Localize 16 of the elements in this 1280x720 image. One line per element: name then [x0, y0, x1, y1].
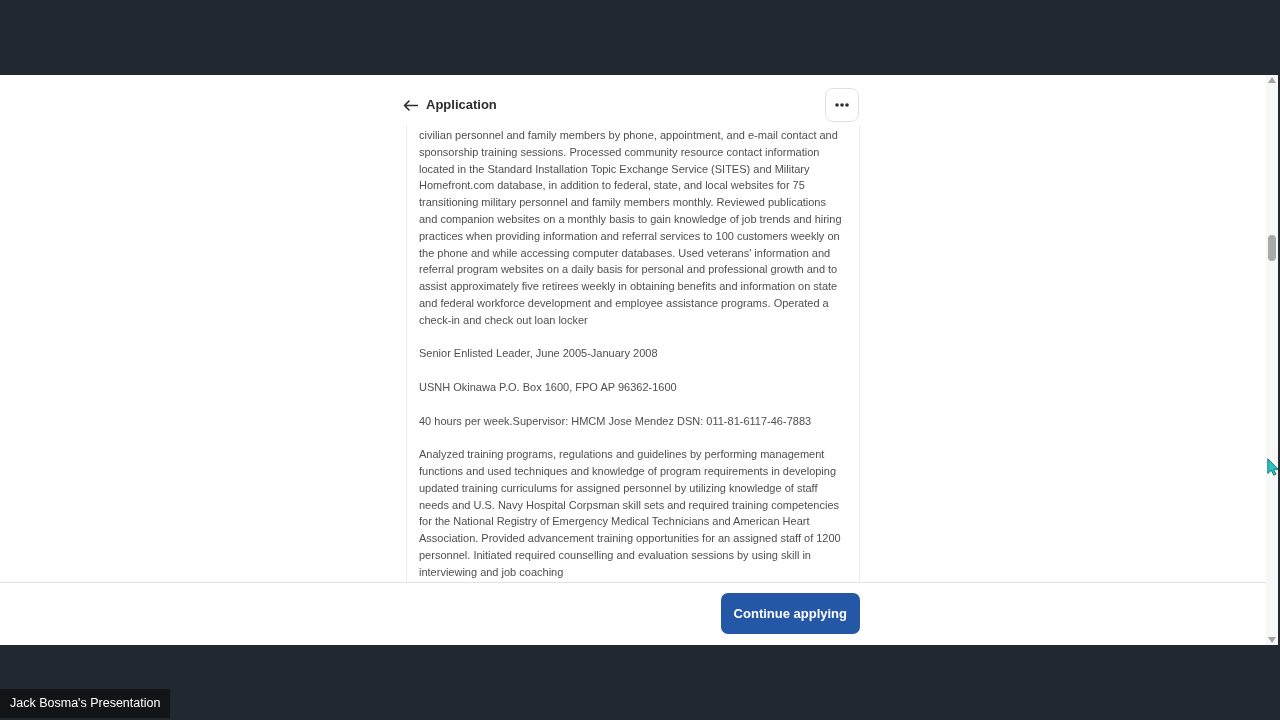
- more-icon: [835, 103, 849, 107]
- continue-applying-button[interactable]: Continue applying: [720, 593, 860, 635]
- resume-paragraph: Analyzed training programs, regulations and guidelines by performing management functions and used techniques and knowledge of program requirements in developing updated training curriculums for assigned personnel by utilizing knowledge of staff needs and U.S. Navy Hospital Corpsman skill sets and required training competencies for the National Registry of Emergency Medical Technicians and American Heart Association. Provided advancement training opportunities for an assigned staff of 1200 personnel. Initiated required counselling and evaluation sessions by using skill in interviewing and job coaching: [419, 447, 842, 580]
- scrollbar[interactable]: [1266, 75, 1278, 645]
- mouse-cursor-icon: [1267, 458, 1279, 476]
- presenter-label: Jack Bosma's Presentation: [0, 689, 171, 718]
- resume-paragraph: Senior Enlisted Leader, June 2005-January 2008: [419, 346, 659, 362]
- resume-paragraph: civilian personnel and family members by phone, appointment, and e-mail contact and sponsorship training sessions. Processed community resource contact information located in the Standard Installation Topic Exchange Service (SITES) and Military Homefront.com database, in addition to federal, state, and local websites for 75 transitioning military personnel and family members monthly. Reviewed publications and companion websites on a monthly basis to gain knowledge of job trends and hiring practices when providing information and referral services to 100 customers weekly on the phone and while accessing computer databases. Used veterans' information and referral program websites on a daily basis for personal and professional growth and to assist approximately five retirees weekly in obtaining benefits and information on state and federal workforce development and employee assistance programs. Operated a check-in and check out loan locker: [419, 128, 843, 328]
- more-options-button[interactable]: [825, 88, 859, 122]
- resume-paragraph: 40 hours per week.Supervisor: HMCM Jose Mendez DSN: 011-81-6117-46-7883: [419, 413, 813, 429]
- resume-paragraph: USNH Okinawa P.O. Box 1600, FPO AP 96362-1600: [419, 379, 678, 395]
- scroll-down-arrow-icon[interactable]: [1268, 637, 1276, 643]
- back-button[interactable]: Application: [403, 96, 497, 114]
- scroll-up-arrow-icon[interactable]: [1268, 77, 1276, 83]
- back-arrow-icon: [403, 99, 418, 111]
- scrollbar-thumb[interactable]: [1268, 235, 1276, 261]
